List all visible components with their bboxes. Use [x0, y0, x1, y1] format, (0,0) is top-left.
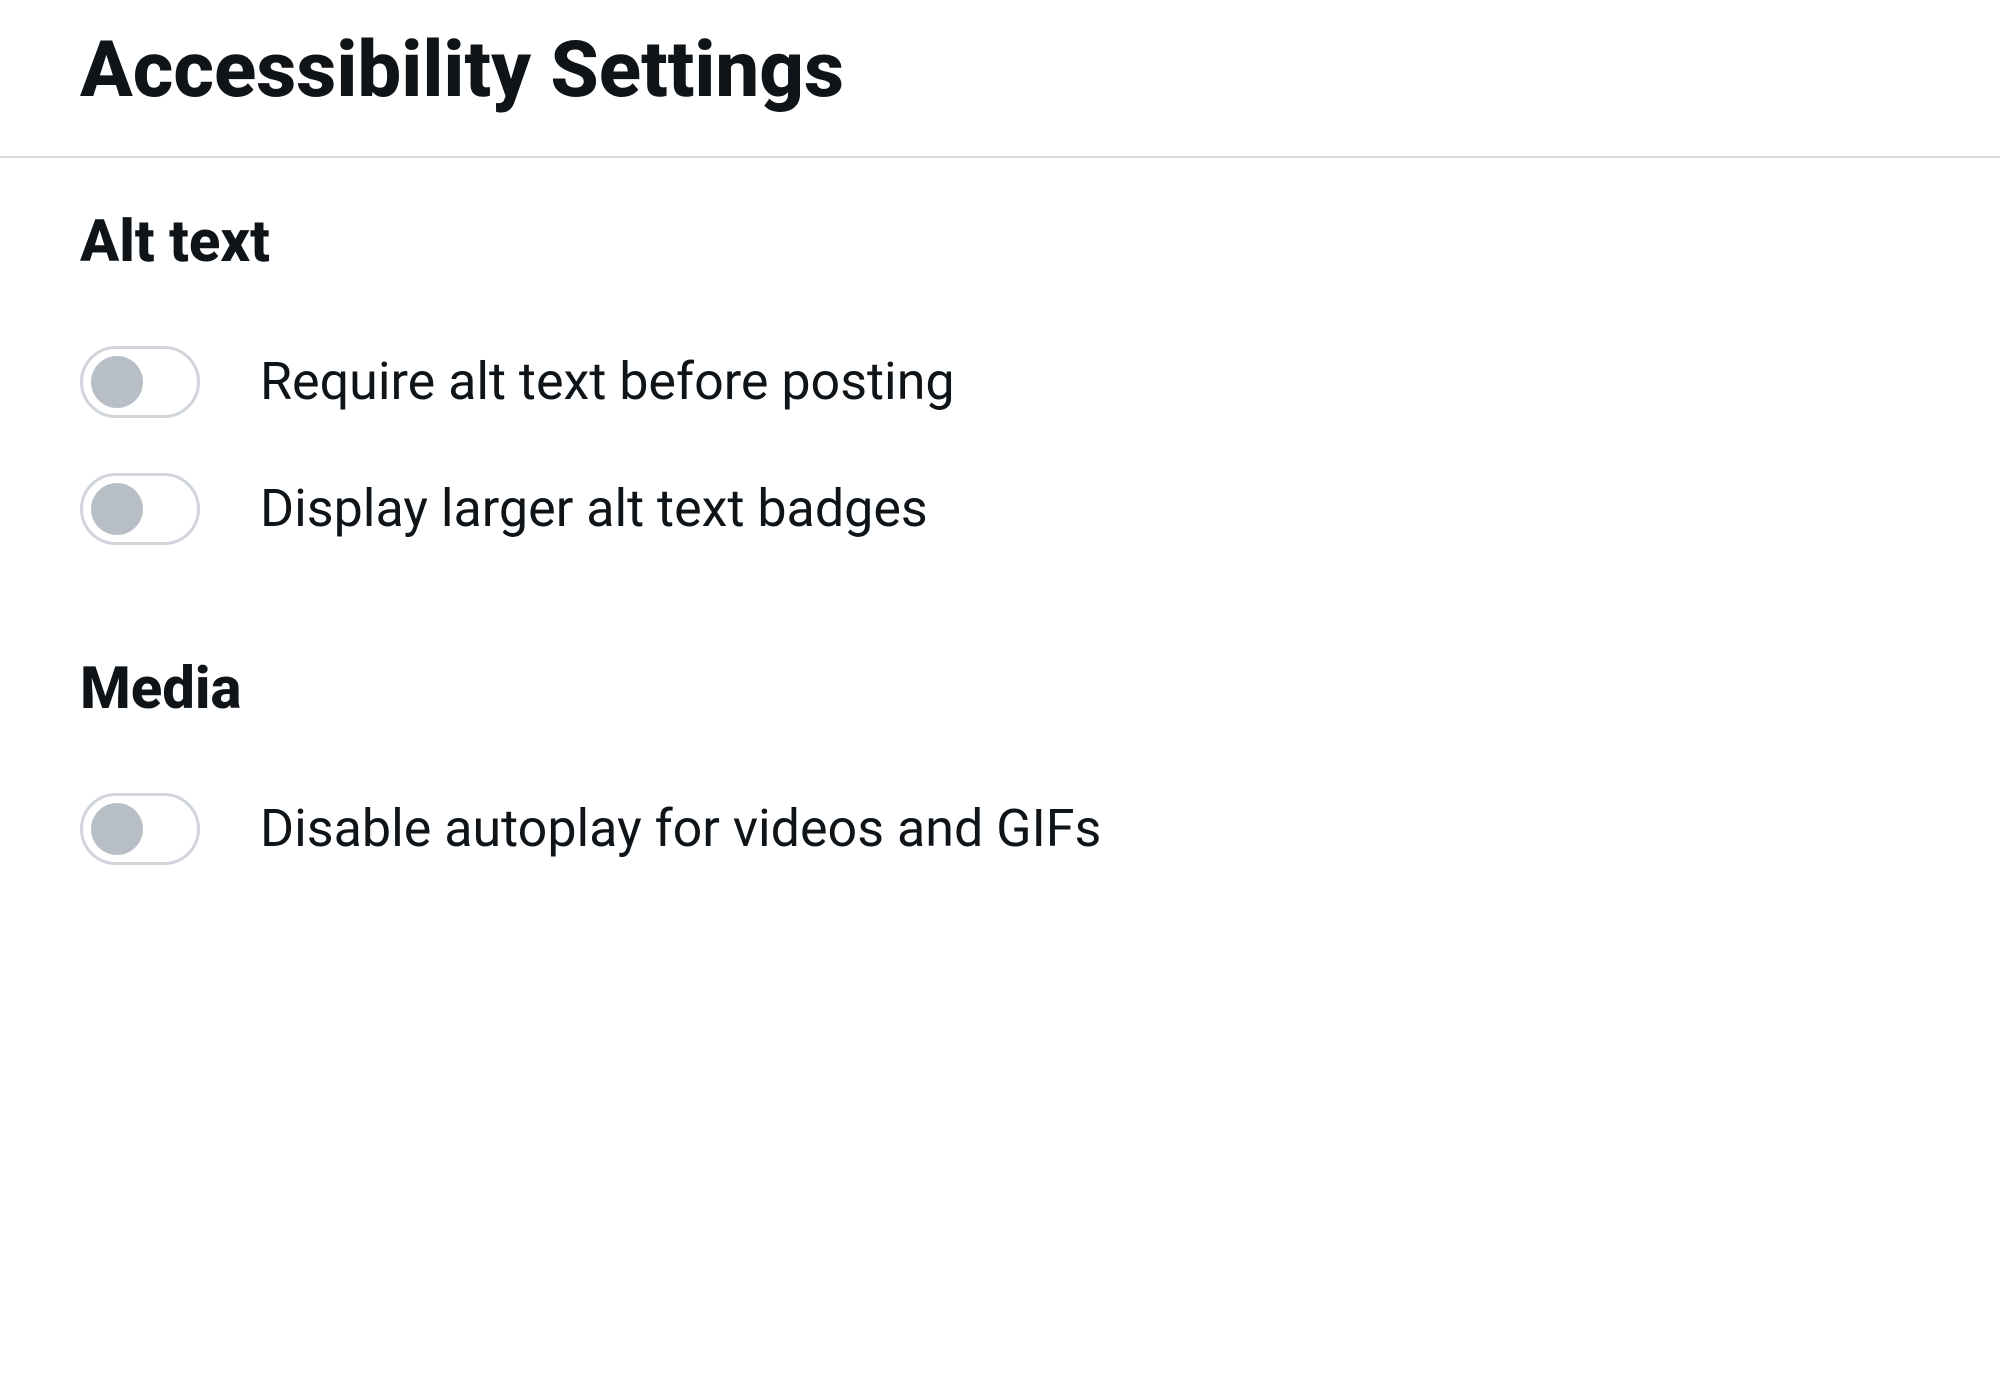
section-heading-media: Media	[80, 655, 1920, 723]
toggle-knob-icon	[91, 803, 143, 855]
setting-row-require-alt-text: Require alt text before posting	[80, 346, 1920, 418]
section-media: Media Disable autoplay for videos and GI…	[0, 605, 2000, 925]
page-title: Accessibility Settings	[0, 0, 2000, 156]
setting-row-larger-alt-badges: Display larger alt text badges	[80, 473, 1920, 545]
setting-label-require-alt-text: Require alt text before posting	[260, 351, 955, 413]
setting-row-disable-autoplay: Disable autoplay for videos and GIFs	[80, 793, 1920, 865]
section-heading-alt-text: Alt text	[80, 208, 1920, 276]
toggle-knob-icon	[91, 356, 143, 408]
setting-label-disable-autoplay: Disable autoplay for videos and GIFs	[260, 798, 1101, 860]
toggle-disable-autoplay[interactable]	[80, 793, 200, 865]
toggle-knob-icon	[91, 483, 143, 535]
toggle-larger-alt-badges[interactable]	[80, 473, 200, 545]
section-alt-text: Alt text Require alt text before posting…	[0, 158, 2000, 605]
setting-label-larger-alt-badges: Display larger alt text badges	[260, 478, 928, 540]
toggle-require-alt-text[interactable]	[80, 346, 200, 418]
